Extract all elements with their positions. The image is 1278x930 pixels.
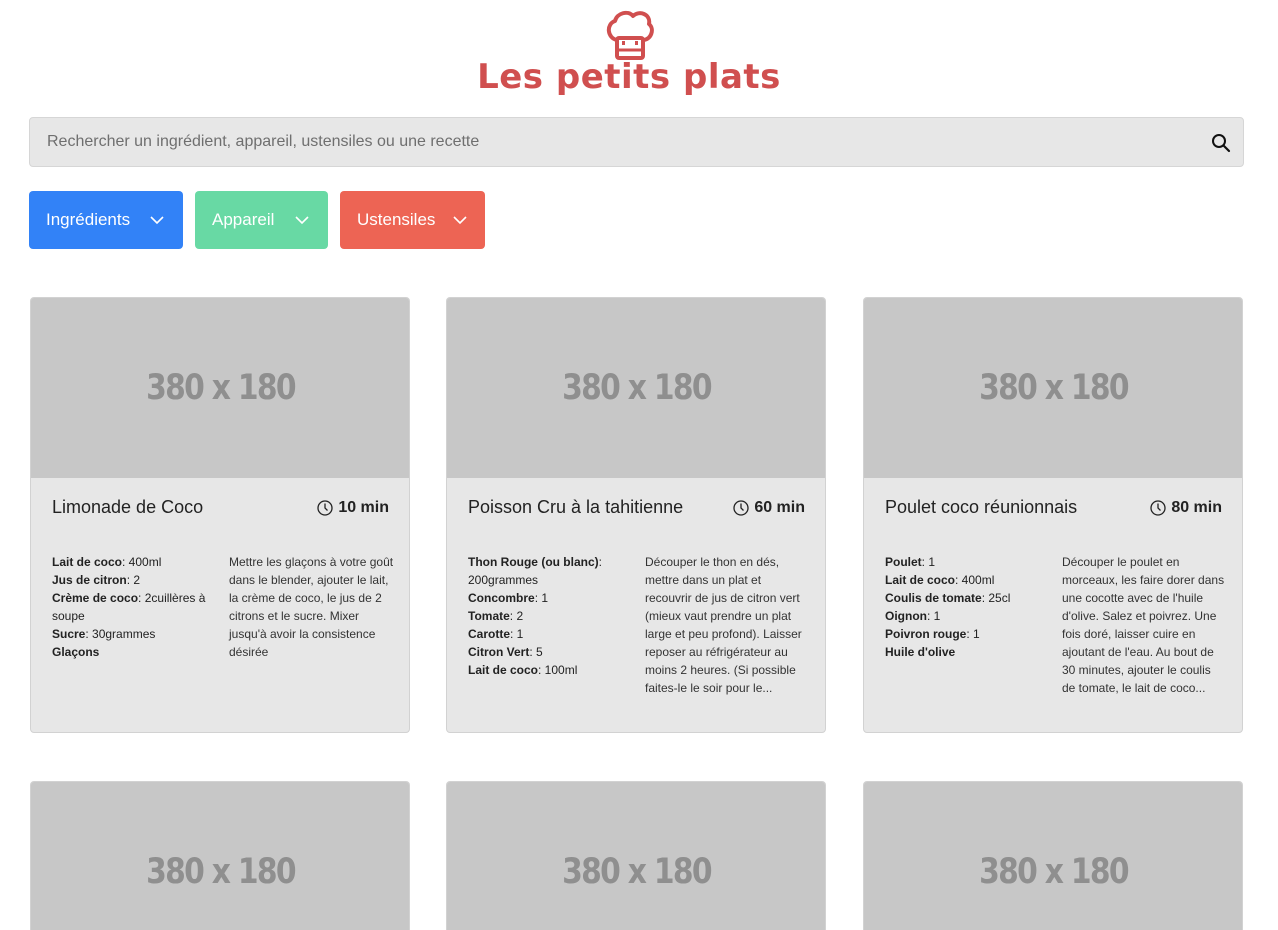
recipe-description: Mettre les glaçons à votre goût dans le … [229,555,394,659]
ingredient-item: Lait de coco: 400ml [885,573,995,587]
filter-label: Ingrédients [46,210,131,229]
recipe-title: Limonade de Coco [52,497,204,517]
image-placeholder-text: 380 x 180 [979,852,1131,892]
image-placeholder-text: 380 x 180 [562,852,714,892]
site-title: Les petits plats [477,57,781,97]
clock-icon [317,500,333,516]
recipe-card[interactable]: 380 x 180 Poisson Cru à la tahitienne 60… [446,297,826,733]
recipe-title: Poulet coco réunionnais [885,497,1078,517]
ingredient-item: Tomate: 2 [468,609,524,623]
ustensiles-filter-button[interactable]: Ustensiles [340,191,485,249]
recipe-image-placeholder: 380 x 180 [447,298,825,478]
search-input[interactable] [30,118,1200,166]
recipe-time: 60 min [733,499,805,517]
recipe-description: Découper le thon en dés, mettre dans un … [645,555,802,695]
filter-label: Appareil [212,210,275,229]
ingredient-list: Poulet: 1 Lait de coco: 400ml Coulis de … [885,553,1050,661]
ingredient-list: Thon Rouge (ou blanc): 200grammes Concom… [468,553,633,679]
ingredient-item: Oignon: 1 [885,609,941,623]
recipe-card[interactable]: 380 x 180 Limonade de Coco 10 min Lait d… [30,297,410,733]
recipe-image-placeholder: 380 x 180 [31,782,409,930]
recipe-image-placeholder: 380 x 180 [864,782,1242,930]
ingredient-item: Coulis de tomate: 25cl [885,591,1011,605]
search-bar [29,117,1244,167]
search-icon[interactable] [1211,133,1231,153]
recipe-image-placeholder: 380 x 180 [447,782,825,930]
ingredient-item: Glaçons [52,645,100,659]
recipe-card[interactable]: 380 x 180 [446,781,826,930]
ingredient-item: Huile d'olive [885,645,956,659]
recipe-time: 10 min [317,499,389,517]
ingredient-item: Poivron rouge: 1 [885,627,980,641]
site-header: Les petits plats [0,0,1278,110]
ingredient-item: Carotte: 1 [468,627,524,641]
image-placeholder-text: 380 x 180 [146,368,298,408]
recipe-card[interactable]: 380 x 180 Poulet coco réunionnais 80 min… [863,297,1243,733]
image-placeholder-text: 380 x 180 [562,368,714,408]
chevron-down-icon [295,216,309,225]
recipe-image-placeholder: 380 x 180 [864,298,1242,478]
ingredient-item: Lait de coco: 100ml [468,663,578,677]
recipe-description: Découper le poulet en morceaux, les fair… [1062,555,1225,695]
ingredient-list: Lait de coco: 400ml Jus de citron: 2 Crè… [52,553,217,661]
ingredients-filter-button[interactable]: Ingrédients [29,191,183,249]
image-placeholder-text: 380 x 180 [979,368,1131,408]
ingredient-item: Poulet: 1 [885,555,936,569]
recipe-time-value: 60 min [754,499,805,516]
filter-label: Ustensiles [357,210,436,229]
chevron-down-icon [453,216,467,225]
page: Les petits plats Ingrédients Appareil Us… [0,0,1278,930]
clock-icon [733,500,749,516]
ingredient-item: Jus de citron: 2 [52,573,141,587]
recipe-title: Poisson Cru à la tahitienne [468,497,684,517]
ingredient-item: Lait de coco: 400ml [52,555,162,569]
clock-icon [1150,500,1166,516]
ingredient-item: Crème de coco: 2cuillères à soupe [52,591,206,623]
chevron-down-icon [150,216,164,225]
recipe-card[interactable]: 380 x 180 [863,781,1243,930]
ingredient-item: Sucre: 30grammes [52,627,156,641]
chef-hat-icon [606,10,654,60]
ingredient-item: Concombre: 1 [468,591,549,605]
recipe-card[interactable]: 380 x 180 [30,781,410,930]
image-placeholder-text: 380 x 180 [146,852,298,892]
recipe-time-value: 10 min [338,499,389,516]
recipe-time-value: 80 min [1171,499,1222,516]
recipe-time: 80 min [1150,499,1222,517]
ingredient-item: Thon Rouge (ou blanc): 200grammes [468,555,602,587]
ingredient-item: Citron Vert: 5 [468,645,543,659]
appareil-filter-button[interactable]: Appareil [195,191,328,249]
recipe-image-placeholder: 380 x 180 [31,298,409,478]
